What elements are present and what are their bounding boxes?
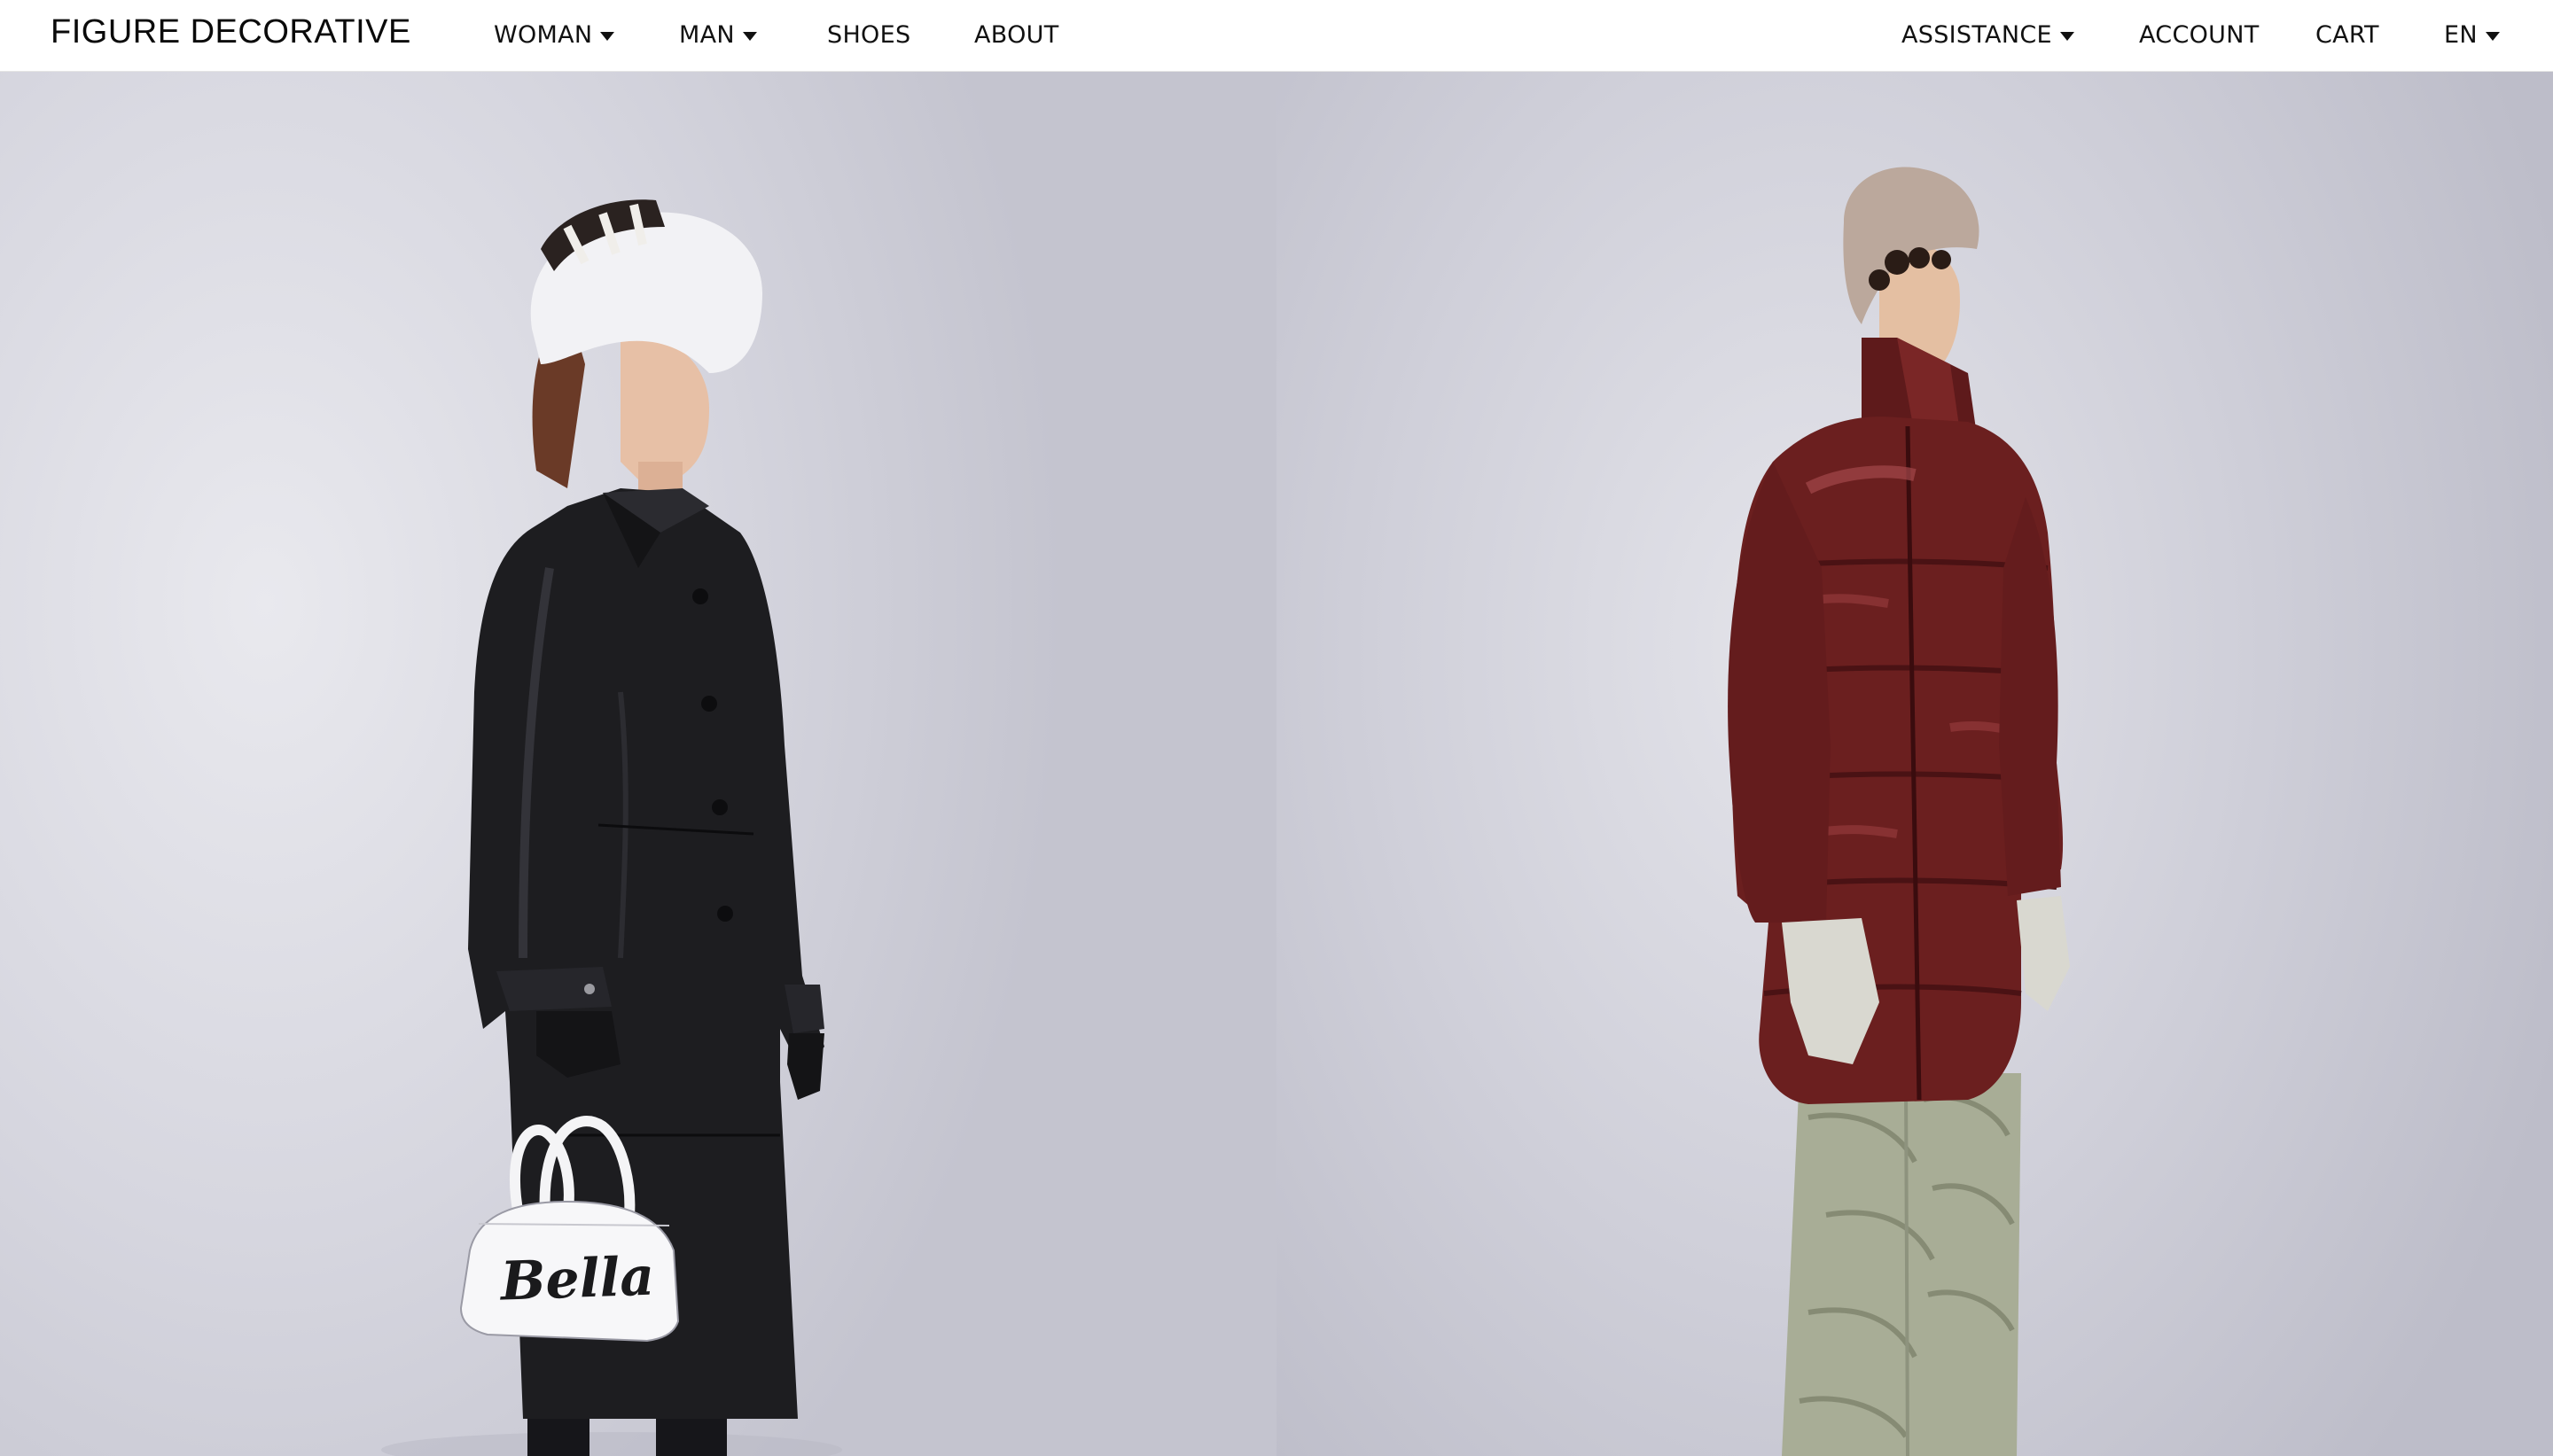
nav-man[interactable]: MAN [679,18,758,53]
caret-down-icon [2485,31,2501,42]
nav-language-label: EN [2444,21,2478,49]
caret-down-icon [599,31,615,42]
nav-woman[interactable]: WOMAN [494,18,615,53]
brand-logo[interactable]: FIGURE DECORATIVE [51,12,411,51]
hero-image-woman[interactable]: Bella [0,72,1276,1456]
site-header: FIGURE DECORATIVE WOMAN MAN SHOES ABOUT … [0,0,2553,72]
nav-woman-label: WOMAN [494,21,593,49]
caret-down-icon [2059,31,2075,42]
nav-about[interactable]: ABOUT [974,18,1059,53]
hero-banner: Bella [0,72,2553,1456]
woman-illustration: Bella [381,199,842,1456]
nav-assistance-label: ASSISTANCE [1901,21,2052,49]
nav-shoes[interactable]: SHOES [827,18,910,53]
hero-image-man[interactable] [1276,72,2553,1456]
man-illustration [1728,167,2070,1456]
nav-account[interactable]: ACCOUNT [2139,18,2260,53]
bag-text: Bella [498,1246,656,1313]
nav-language[interactable]: EN [2444,18,2501,53]
nav-man-label: MAN [679,21,735,49]
nav-cart[interactable]: CART [2315,18,2379,53]
nav-assistance[interactable]: ASSISTANCE [1901,18,2075,53]
caret-down-icon [742,31,758,42]
